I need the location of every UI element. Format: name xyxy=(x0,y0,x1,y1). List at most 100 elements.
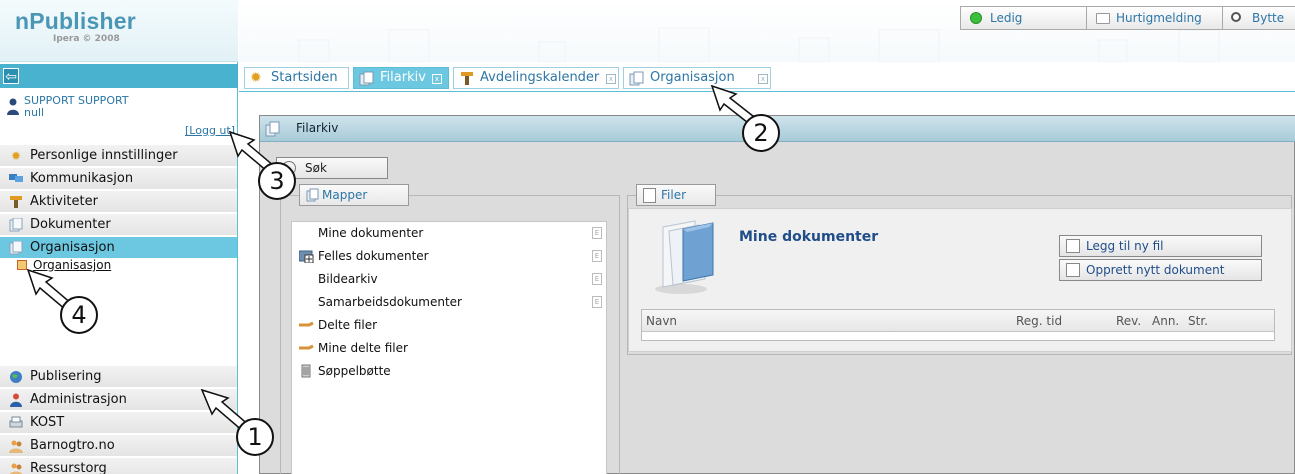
documents-icon xyxy=(9,217,23,232)
folder-soppelbotte[interactable]: Søppelbøtte xyxy=(292,360,608,382)
switch-button[interactable]: Bytte xyxy=(1222,6,1295,30)
status-button[interactable]: Ledig xyxy=(960,6,1087,30)
folder-felles-dokumenter[interactable]: Felles dokumenter E xyxy=(292,245,608,267)
shared-icon xyxy=(299,341,315,355)
expand-folder-icon xyxy=(298,249,315,264)
column-header-str[interactable]: Str. xyxy=(1188,314,1208,328)
communication-icon xyxy=(9,172,23,186)
folders-legend-label: Mapper xyxy=(322,188,368,202)
back-arrow-icon[interactable]: ⇦ xyxy=(3,68,19,85)
user-box: SUPPORT SUPPORT null [Logg ut] xyxy=(0,90,238,144)
panel-title: Filarkiv xyxy=(296,121,339,135)
tab-label: Filarkiv xyxy=(380,70,426,85)
status-label: Ledig xyxy=(990,11,1023,25)
new-document-icon xyxy=(1066,263,1080,277)
nav-item-label: Administrasjon xyxy=(30,392,127,407)
edit-icon[interactable]: E xyxy=(592,250,602,262)
sidebar-header-bar: ⇦ xyxy=(0,64,238,88)
logo: nPublisher Ipera © 2008 xyxy=(0,0,238,62)
quick-message-button[interactable]: Hurtigmelding xyxy=(1086,6,1223,30)
quick-message-label: Hurtigmelding xyxy=(1116,11,1202,25)
nav-item-label: KOST xyxy=(30,415,65,430)
column-header-ann[interactable]: Ann. xyxy=(1152,314,1179,328)
envelope-icon xyxy=(1096,13,1110,24)
column-header-navn[interactable]: Navn xyxy=(646,314,677,328)
tab-avdelingskalender[interactable]: Avdelingskalender x xyxy=(453,67,619,89)
folder-tree: Mine dokumenter E Felles dokumenter E Bi… xyxy=(291,221,607,474)
files-fieldset: Filer Mine dokumenter Legg til ny fil Op… xyxy=(627,184,1292,355)
folder-label: Bildearkiv xyxy=(318,272,378,286)
folder-delte-filer[interactable]: Delte filer xyxy=(292,314,608,336)
folder-mine-delte-filer[interactable]: Mine delte filer xyxy=(292,337,608,359)
close-icon[interactable]: x xyxy=(432,74,442,84)
create-document-button[interactable]: Opprett nytt dokument xyxy=(1059,259,1262,281)
folders-fieldset: Mapper Mine dokumenter E Felles dokument… xyxy=(280,184,620,474)
files-legend-button[interactable]: Filer xyxy=(636,184,716,206)
add-file-button[interactable]: Legg til ny fil xyxy=(1059,235,1262,257)
nav-item-label: Publisering xyxy=(30,369,102,384)
edit-icon[interactable]: E xyxy=(592,273,602,285)
shared-icon xyxy=(299,318,315,332)
search-icon xyxy=(1231,12,1241,22)
create-document-label: Opprett nytt dokument xyxy=(1086,263,1225,277)
large-folder-icon xyxy=(655,220,714,294)
documents-icon xyxy=(306,188,319,202)
nav-item-label: Kommunikasjon xyxy=(30,171,134,186)
organisation-icon xyxy=(629,71,645,86)
nav-item-label: Barnogtro.no xyxy=(30,438,115,453)
trash-icon xyxy=(299,364,315,378)
switch-label: Bytte xyxy=(1252,11,1285,25)
column-header-rev[interactable]: Rev. xyxy=(1116,314,1141,328)
activities-icon xyxy=(459,71,475,86)
app-name: nPublisher xyxy=(15,8,136,34)
admin-user-icon xyxy=(9,393,23,407)
folder-label: Samarbeidsdokumenter xyxy=(318,295,462,309)
activities-icon xyxy=(9,195,23,209)
globe-icon xyxy=(9,370,23,384)
user-subtitle: null xyxy=(24,106,45,119)
callout-2: 2 xyxy=(742,114,780,152)
people-icon xyxy=(9,462,23,474)
status-dot-icon xyxy=(970,12,982,24)
folder-label: Søppelbøtte xyxy=(318,364,391,378)
tab-label: Avdelingskalender xyxy=(480,70,600,85)
nav-item-label: Ressurstorg xyxy=(30,461,107,474)
edit-icon[interactable]: E xyxy=(592,296,602,308)
nav-item-personlige-innstillinger[interactable]: ✹ Personlige innstillinger xyxy=(0,145,237,167)
tab-label: Startsiden xyxy=(271,70,338,85)
nav-item-dokumenter[interactable]: Dokumenter xyxy=(0,214,237,236)
folders-legend-button[interactable]: Mapper xyxy=(299,184,409,206)
nav-item-label: Organisasjon xyxy=(30,240,115,255)
nav-item-aktiviteter[interactable]: Aktiviteter xyxy=(0,191,237,213)
gear-icon: ✹ xyxy=(10,149,22,163)
folder-label: Felles dokumenter xyxy=(318,249,429,263)
nav-item-label: Dokumenter xyxy=(30,217,111,232)
user-icon xyxy=(7,98,19,115)
edit-icon[interactable]: E xyxy=(592,227,602,239)
current-folder-title: Mine dokumenter xyxy=(739,229,879,245)
file-add-icon xyxy=(1066,239,1080,253)
tab-startsiden[interactable]: ✹ Startsiden xyxy=(244,67,349,89)
home-gear-icon: ✹ xyxy=(250,70,262,86)
nav-item-ressurstorg[interactable]: Ressurstorg xyxy=(0,458,237,474)
callout-4: 4 xyxy=(60,296,98,334)
organisation-icon xyxy=(9,240,23,255)
close-icon[interactable]: x xyxy=(606,74,616,84)
callout-3: 3 xyxy=(258,162,296,200)
nav-item-kommunikasjon[interactable]: Kommunikasjon xyxy=(0,168,237,190)
files-legend-label: Filer xyxy=(661,188,687,202)
column-header-reg-tid[interactable]: Reg. tid xyxy=(1016,314,1062,328)
filarkiv-panel: Filarkiv Søk Mapper Mine dokumenter E Fe… xyxy=(259,115,1295,474)
tab-filarkiv[interactable]: Filarkiv x xyxy=(353,67,449,89)
app-copyright: Ipera © 2008 xyxy=(53,34,120,44)
folder-mine-dokumenter[interactable]: Mine dokumenter E xyxy=(292,222,608,244)
folder-bildearkiv[interactable]: Bildearkiv E xyxy=(292,268,608,290)
files-area: Mine dokumenter Legg til ny fil Opprett … xyxy=(628,208,1292,352)
folder-label: Mine delte filer xyxy=(318,341,408,355)
folder-samarbeidsdokumenter[interactable]: Samarbeidsdokumenter E xyxy=(292,291,608,313)
file-icon xyxy=(643,188,656,203)
people-icon xyxy=(9,439,23,453)
search-label: Søk xyxy=(305,161,327,175)
nav-item-organisasjon[interactable]: Organisasjon xyxy=(0,237,237,259)
callout-1: 1 xyxy=(236,418,274,456)
